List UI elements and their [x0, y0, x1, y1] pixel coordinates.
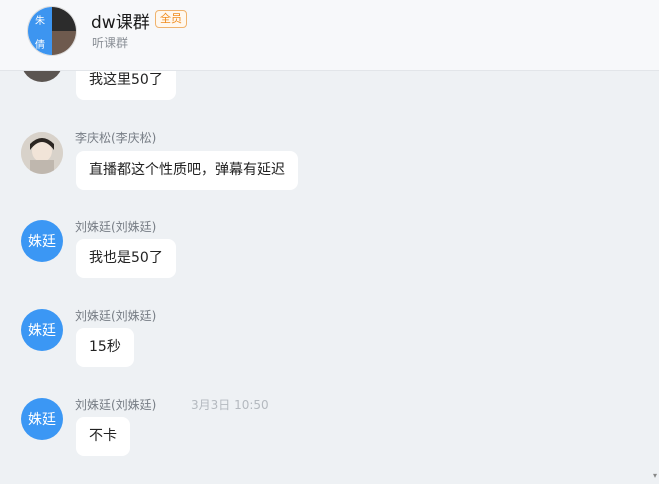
avatar-tile: 倩 — [28, 31, 52, 55]
avatar-tile: 朱 — [28, 7, 52, 31]
user-avatar[interactable] — [21, 132, 63, 174]
message-bubble[interactable]: 我也是50了 — [76, 239, 176, 278]
group-title[interactable]: dw课群 — [91, 8, 150, 33]
user-avatar[interactable]: 姝廷 — [21, 309, 63, 351]
sender-name: 李庆松(李庆松) — [75, 131, 157, 145]
user-avatar[interactable]: 姝廷 — [21, 220, 63, 262]
sender-name: 刘姝廷(刘姝廷) — [75, 220, 157, 234]
sender-name: 刘姝廷(刘姝廷) — [75, 398, 157, 412]
avatar-tile — [52, 31, 76, 55]
avatar-photo-icon — [21, 132, 63, 174]
message-bubble[interactable]: 15秒 — [76, 328, 134, 367]
message-bubble[interactable]: 不卡 — [76, 417, 130, 456]
message-bubble[interactable]: 直播都这个性质吧，弹幕有延迟 — [76, 151, 298, 190]
group-subtitle: 听课群 — [92, 36, 129, 50]
user-avatar[interactable]: 姝廷 — [21, 398, 63, 440]
avatar-tile — [52, 7, 76, 31]
sender-name: 刘姝廷(刘姝廷) — [75, 309, 157, 323]
chat-header: 朱 倩 dw课群 全员 听课群 — [0, 0, 659, 71]
group-avatar[interactable]: 朱 倩 — [27, 6, 77, 56]
member-badge: 全员 — [155, 10, 187, 28]
scroll-down-icon[interactable]: ▾ — [653, 471, 657, 480]
message-timestamp: 3月3日 10:50 — [191, 398, 269, 412]
